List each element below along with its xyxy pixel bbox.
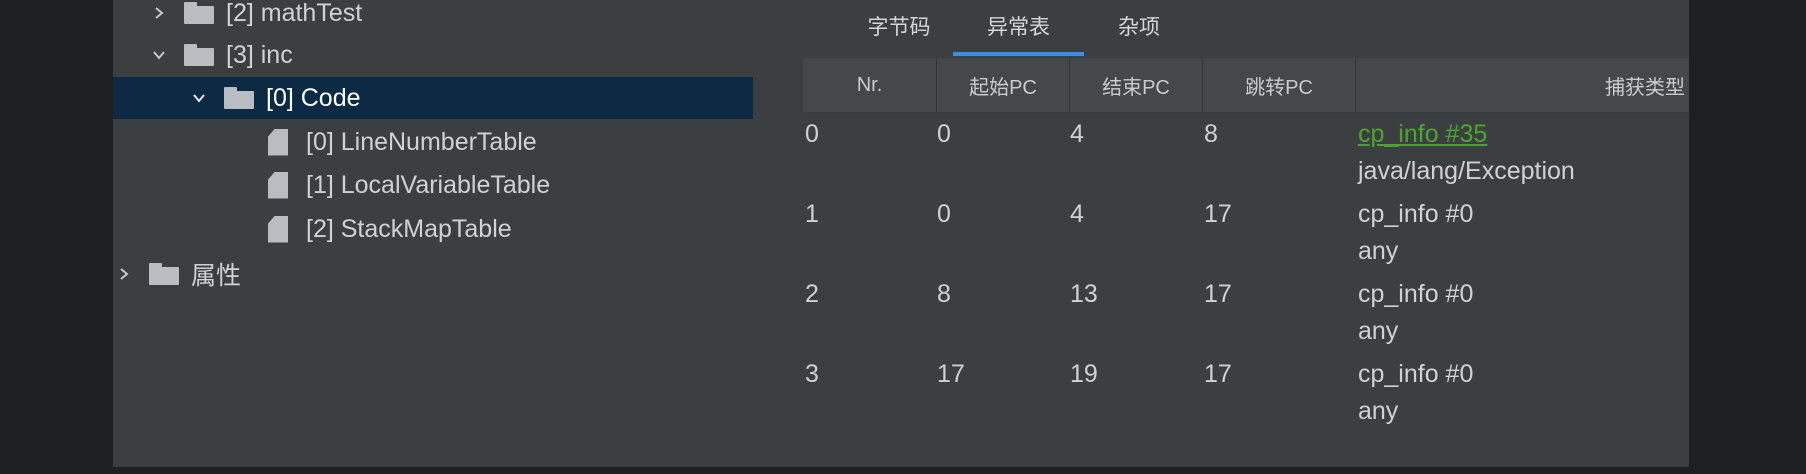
cell-nr: 2 (805, 280, 819, 308)
folder-icon (149, 263, 179, 285)
tree-node-mathtest[interactable]: [2] mathTest (113, 0, 788, 34)
tab-misc[interactable]: 杂项 (1086, 0, 1192, 52)
tree-node-label: [0] Code (266, 83, 361, 112)
tree-node-label: [3] inc (226, 40, 293, 69)
chevron-down-icon[interactable] (188, 87, 210, 109)
catch-type-name: java/lang/Exception (1358, 157, 1575, 185)
file-icon (268, 216, 288, 243)
tab-bytecode[interactable]: 字节码 (845, 0, 953, 52)
tab-label: 杂项 (1118, 16, 1160, 39)
table-header: Nr. 起始PC 结束PC 跳转PC 捕获类型 (803, 58, 1689, 113)
cell-start-pc: 17 (937, 360, 965, 388)
folder-icon (184, 44, 214, 66)
column-header-label: 捕获类型 (1605, 76, 1685, 99)
cell-nr: 3 (805, 360, 819, 388)
detail-panel: 字节码 异常表 杂项 Nr. 起始PC 结束PC 跳转PC 捕获类型 0 0 4… (803, 0, 1689, 467)
tab-exception-table[interactable]: 异常表 (953, 0, 1084, 56)
cell-start-pc: 8 (937, 280, 951, 308)
column-header-handler-pc[interactable]: 跳转PC (1203, 58, 1356, 112)
tab-label: 异常表 (987, 16, 1050, 39)
cell-start-pc: 0 (937, 200, 951, 228)
class-tree: [2] mathTest [3] inc [0] Code [0] LineNu… (113, 0, 753, 467)
column-header-label: 结束PC (1102, 76, 1170, 99)
column-header-start-pc[interactable]: 起始PC (937, 58, 1070, 112)
column-header-label: 起始PC (969, 76, 1037, 99)
cell-end-pc: 4 (1070, 120, 1084, 148)
column-header-label: 跳转PC (1245, 76, 1313, 99)
folder-icon (224, 87, 254, 109)
catch-type-ref: cp_info #0 (1358, 360, 1474, 388)
column-header-end-pc[interactable]: 结束PC (1070, 58, 1203, 112)
tree-node-label: [2] mathTest (226, 0, 363, 27)
catch-type-link[interactable]: cp_info #35 (1358, 120, 1487, 149)
cell-end-pc: 4 (1070, 200, 1084, 228)
tree-node-linenumbertable[interactable]: [0] LineNumberTable (113, 121, 908, 163)
tab-label: 字节码 (867, 16, 931, 39)
cell-end-pc: 13 (1070, 280, 1098, 308)
catch-type-name: any (1358, 237, 1399, 265)
cell-nr: 0 (805, 120, 819, 148)
chevron-right-icon[interactable] (148, 2, 170, 24)
chevron-down-icon[interactable] (148, 44, 170, 66)
cell-nr: 1 (805, 200, 819, 228)
tree-node-inc[interactable]: [3] inc (113, 34, 788, 76)
tab-bar: 字节码 异常表 杂项 (803, 0, 1689, 56)
cell-handler-pc: 17 (1204, 280, 1232, 308)
column-header-nr[interactable]: Nr. (803, 58, 937, 112)
tree-node-attributes[interactable]: 属性 (113, 253, 753, 295)
folder-icon (184, 2, 214, 24)
tree-node-label: [1] LocalVariableTable (306, 170, 551, 199)
catch-type-name: any (1358, 317, 1399, 345)
cell-end-pc: 19 (1070, 360, 1098, 388)
tree-node-stackmaptable[interactable]: [2] StackMapTable (113, 208, 908, 250)
cell-handler-pc: 17 (1204, 360, 1232, 388)
column-header-catch-type[interactable]: 捕获类型 (1356, 58, 1689, 112)
cell-handler-pc: 8 (1204, 120, 1218, 148)
chevron-right-icon[interactable] (113, 263, 135, 285)
tree-node-label: [2] StackMapTable (306, 214, 512, 243)
tree-node-label: 属性 (191, 262, 242, 290)
tree-node-label: [0] LineNumberTable (306, 127, 537, 156)
cell-start-pc: 0 (937, 120, 951, 148)
catch-type-ref: cp_info #0 (1358, 280, 1474, 308)
file-icon (268, 129, 288, 156)
catch-type-ref: cp_info #0 (1358, 200, 1474, 228)
tree-node-code[interactable]: [0] Code (113, 77, 753, 119)
tree-node-localvariabletable[interactable]: [1] LocalVariableTable (113, 164, 908, 206)
cell-handler-pc: 17 (1204, 200, 1232, 228)
window-frame: [2] mathTest [3] inc [0] Code [0] LineNu… (113, 0, 1689, 467)
column-header-label: Nr. (856, 73, 883, 96)
file-icon (268, 172, 288, 199)
catch-type-name: any (1358, 397, 1399, 425)
